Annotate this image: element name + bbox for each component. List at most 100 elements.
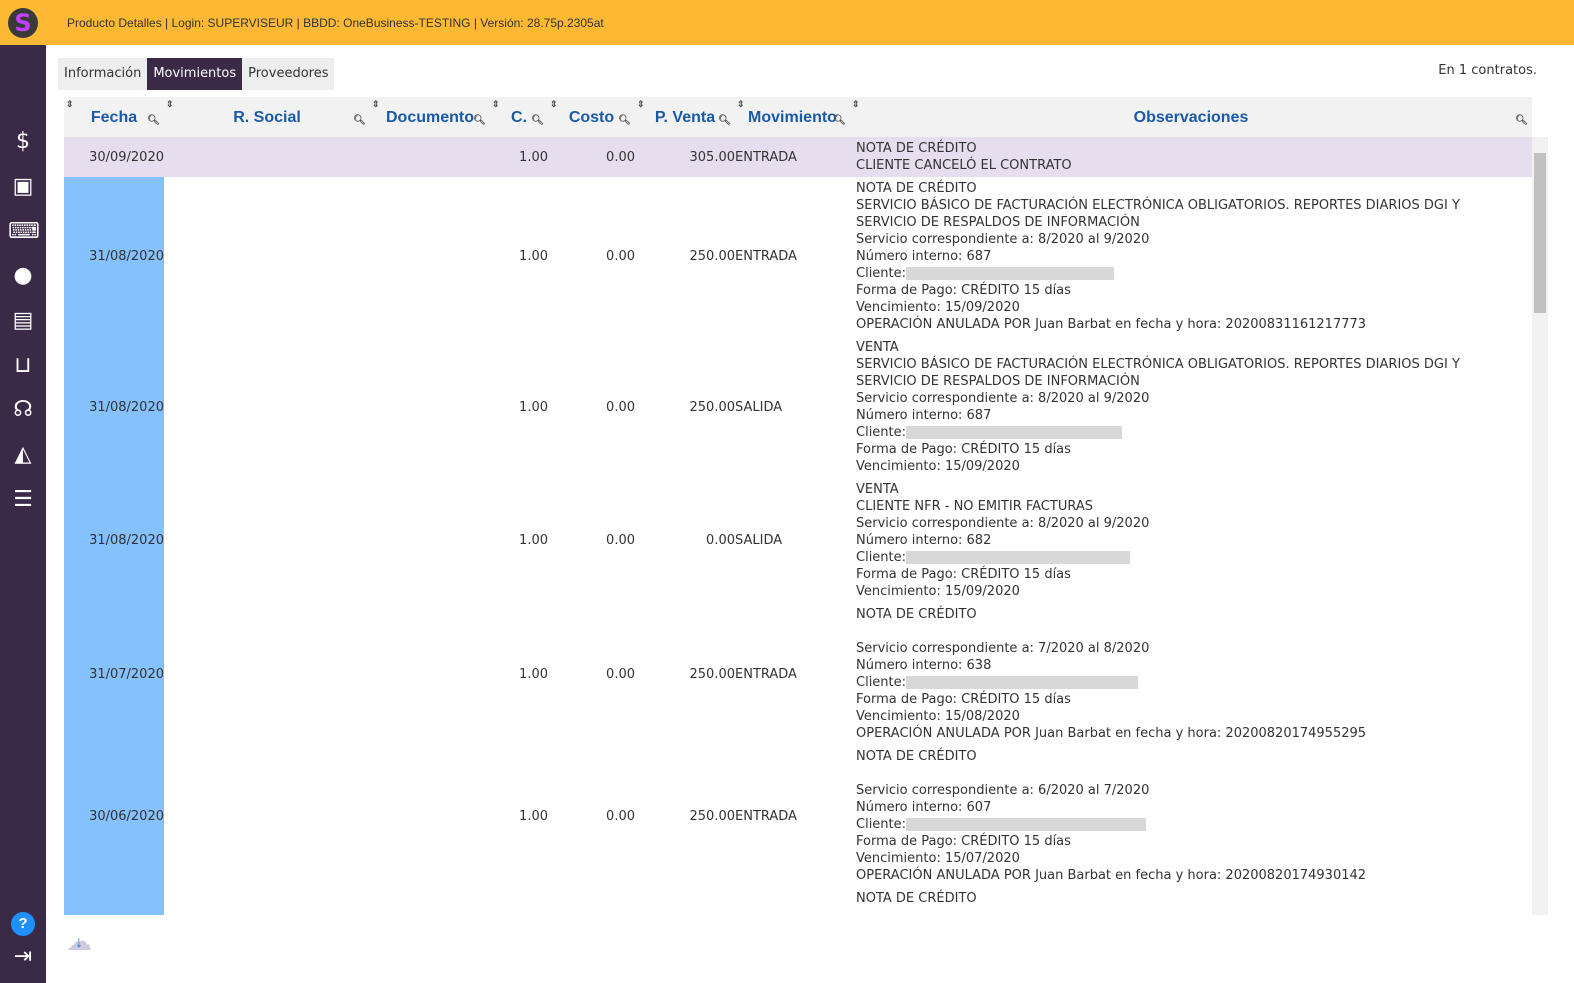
observation-text: NOTA DE CRÉDITO [856,891,977,906]
cash-register-icon[interactable]: ⌨ [8,217,40,247]
column-header-observaciones[interactable]: ⇕ Observaciones 🔍︎ [850,97,1532,137]
sort-icon[interactable]: ⇕ [737,97,745,111]
cell-movimiento: SALIDA [735,399,783,415]
cell-documento [370,137,490,177]
scrollbar[interactable] [1532,137,1548,915]
redacted-client-name [906,818,1147,831]
observation-text: Cliente: [856,266,907,281]
chart-area-icon[interactable]: ◭ [8,440,38,470]
table-row[interactable]: 31/07/2020 1.00 0.00 250.00 ENTRADA NOTA DE C… [64,603,1532,745]
column-header-cantidad[interactable]: ⇕ C. 🔍︎ [490,97,548,137]
observation-line: VENTA [856,481,1532,498]
observation-text: Forma de Pago: CRÉDITO 15 días [856,567,1071,582]
sort-icon[interactable]: ⇕ [166,97,174,111]
sort-icon[interactable]: ⇕ [492,97,500,111]
tab-proveedores[interactable]: Proveedores [242,58,335,90]
observation-text: OPERACIÓN ANULADA POR Juan Barbat en fec… [856,317,1367,332]
table-header: ⇕ Fecha 🔍︎ ⇕ R. Social 🔍︎ ⇕ Documento 🔍︎ ⇕ C. 🔍︎ ⇕ Co… [64,97,1532,137]
cell-p-venta [635,887,735,915]
observation-line: NOTA DE CRÉDITO [856,180,1532,197]
column-header-fecha[interactable]: ⇕ Fecha 🔍︎ [64,97,164,137]
cloud-download-icon[interactable]: ☁ ↓ [66,926,92,957]
observation-line: Vencimiento: 15/09/2020 [856,299,1532,316]
id-badge-icon[interactable]: ▣ [8,172,38,202]
sort-icon[interactable]: ⇕ [550,97,558,111]
observation-line: OPERACIÓN ANULADA POR Juan Barbat en fec… [856,867,1532,884]
help-icon[interactable]: ? [11,912,35,936]
cell-documento [370,177,490,336]
column-header-p-venta[interactable]: ⇕ P. Venta 🔍︎ [635,97,735,137]
redacted-client-name [906,267,1115,280]
table-row[interactable]: 30/06/2020 1.00 0.00 250.00 ENTRADA NOTA DE C… [64,745,1532,887]
observation-text: Número interno: 687 [856,249,992,264]
observation-text: SERVICIO BÁSICO DE FACTURACIÓN ELECTRÓNI… [856,357,1460,372]
cell-movimiento: ENTRADA [735,666,797,682]
observation-text: CLIENTE CANCELÓ EL CONTRATO [856,158,1072,173]
cell-r-social [164,177,370,336]
observation-line: Número interno: 687 [856,248,1532,265]
cell-fecha: 31/08/2020 [64,177,164,336]
tab-bar: Información Movimientos Proveedores [58,58,335,90]
sidebar: $ ▣ ⌨ ● ▤ ⊔ ☊ ◭ ☰ ? ⇥ [0,45,46,983]
observation-text: Cliente: [856,817,907,832]
cell-documento [370,478,490,603]
observation-line: NOTA DE CRÉDITO [856,748,1532,765]
sort-icon[interactable]: ⇕ [66,97,74,111]
observation-line: Servicio correspondiente a: 6/2020 al 7/… [856,782,1532,799]
search-icon[interactable]: 🔍︎ [833,111,846,131]
table-row[interactable]: NOTA DE CRÉDITOServicio correspondiente … [64,887,1532,915]
contacts-icon[interactable]: ▤ [8,306,38,336]
search-icon[interactable]: 🔍︎ [473,111,486,131]
observation-text: Cliente: [856,550,907,565]
tab-movimientos[interactable]: Movimientos [147,58,243,90]
search-icon[interactable]: 🔍︎ [718,111,731,131]
dollar-icon[interactable]: $ [8,127,38,157]
observation-text: Forma de Pago: CRÉDITO 15 días [856,283,1071,298]
observation-text: Número interno: 638 [856,658,992,673]
observation-text: NOTA DE CRÉDITO [856,141,977,156]
sort-icon[interactable]: ⇕ [852,97,860,111]
observation-line: Forma de Pago: CRÉDITO 15 días [856,833,1532,850]
sort-icon[interactable]: ⇕ [637,97,645,111]
table-row[interactable]: 31/08/2020 1.00 0.00 250.00 SALIDA VENTA SERVI… [64,336,1532,478]
column-header-r-social[interactable]: ⇕ R. Social 🔍︎ [164,97,370,137]
column-label: Observaciones [1133,109,1249,126]
logout-icon[interactable]: ⇥ [8,942,38,972]
column-header-costo[interactable]: ⇕ Costo 🔍︎ [548,97,635,137]
cell-documento [370,887,490,915]
cell-documento [370,603,490,745]
observation-line: Servicio correspondiente a: 8/2020 al 9/… [856,515,1532,532]
column-header-movimiento[interactable]: ⇕ Movimiento 🔍︎ [735,97,850,137]
observation-line: Forma de Pago: CRÉDITO 15 días [856,282,1532,299]
observation-text: Vencimiento: 15/09/2020 [856,300,1020,315]
app-logo[interactable]: S [0,0,46,45]
sliders-icon[interactable]: ☰ [8,485,38,515]
cell-r-social [164,336,370,478]
search-icon[interactable]: 🔍︎ [1515,111,1528,131]
table-row[interactable]: 31/08/2020 1.00 0.00 250.00 ENTRADA NOTA DE C… [64,177,1532,336]
page-title: Producto Detalles | Login: SUPERVISEUR |… [67,15,604,30]
search-icon[interactable]: 🔍︎ [531,111,544,131]
search-icon[interactable]: 🔍︎ [618,111,631,131]
headset-icon[interactable]: ☊ [8,395,38,425]
search-icon[interactable]: 🔍︎ [353,111,366,131]
search-icon[interactable]: 🔍︎ [147,111,160,131]
observation-text: Vencimiento: 15/07/2020 [856,851,1020,866]
dolly-icon[interactable]: ⊔ [8,351,38,381]
observation-line: Vencimiento: 15/08/2020 [856,708,1532,725]
cell-observaciones: VENTA SERVICIO BÁSICO DE FACTURACIÓN ELEC… [850,336,1532,478]
cell-fecha: 31/07/2020 [64,603,164,745]
cell-movimiento: ENTRADA [735,249,797,264]
table-row[interactable]: 31/08/2020 1.00 0.00 0.00 SALIDA VENTA CLIENTE… [64,478,1532,603]
tab-informacion[interactable]: Información [58,58,148,90]
column-label: C. [511,109,527,126]
table-row[interactable]: 30/09/2020 1.00 0.00 305.00 ENTRADA NOTA DE C… [64,137,1532,177]
cell-costo: 0.00 [606,399,635,415]
cell-observaciones: NOTA DE CRÉDITOServicio correspondiente … [850,887,1532,915]
sales-chat-icon[interactable]: ● [8,261,38,291]
column-header-documento[interactable]: ⇕ Documento 🔍︎ [370,97,490,137]
observation-line: Cliente: [856,816,1532,833]
scrollbar-thumb[interactable] [1534,153,1546,313]
sort-icon[interactable]: ⇕ [372,97,380,111]
redacted-client-name [906,551,1131,564]
